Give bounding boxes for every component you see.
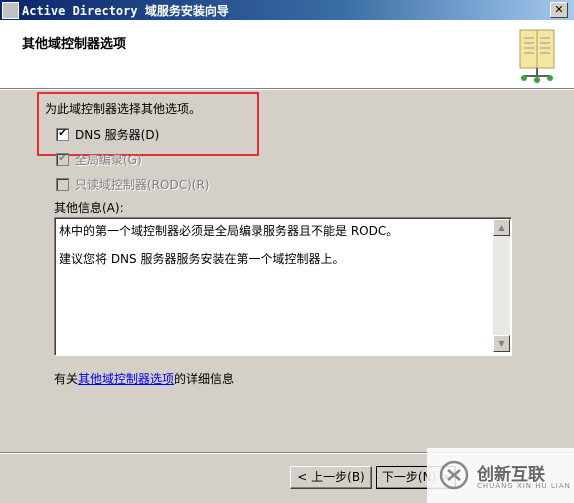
- dns-server-checkbox[interactable]: ✔ DNS 服务器(D): [56, 126, 159, 142]
- brand-logo-icon: [439, 460, 469, 490]
- watermark: 创新互联 CHUANG XIN HU LIAN: [427, 448, 574, 503]
- checkbox-checked-disabled: ✔: [56, 152, 69, 166]
- scroll-up-arrow-icon[interactable]: ▲: [493, 219, 510, 236]
- more-info-link[interactable]: 其他域控制器选项: [78, 372, 174, 386]
- wizard-header: 其他域控制器选项: [0, 20, 574, 89]
- back-button[interactable]: < 上一步(B): [290, 466, 372, 489]
- additional-info-textarea[interactable]: 林中的第一个域控制器必须是全局编录服务器且不能是 RODC。 建议您将 DNS …: [54, 217, 512, 356]
- additional-info-label: 其他信息(A):: [54, 201, 124, 215]
- instruction-text: 为此域控制器选择其他选项。: [45, 102, 202, 116]
- dns-server-label: DNS 服务器(D): [75, 127, 160, 142]
- watermark-subtext: CHUANG XIN HU LIAN: [477, 482, 571, 490]
- window-title: Active Directory 域服务安装向导: [22, 4, 229, 18]
- book-icon: [519, 29, 555, 83]
- more-info-prefix: 有关: [54, 372, 79, 386]
- title-bar: Active Directory 域服务安装向导 ✕: [0, 0, 574, 20]
- checkbox-checked[interactable]: ✔: [56, 127, 69, 141]
- vertical-scrollbar[interactable]: ▲ ▼: [493, 219, 510, 352]
- info-line-1: 林中的第一个域控制器必须是全局编录服务器且不能是 RODC。: [59, 224, 399, 238]
- rodc-label: 只读域控制器(RODC)(R): [75, 177, 210, 192]
- checkbox-unchecked-disabled: [56, 177, 69, 191]
- header-divider: [0, 89, 574, 90]
- more-info-suffix: 的详细信息: [174, 372, 235, 386]
- rodc-checkbox: 只读域控制器(RODC)(R): [56, 176, 209, 192]
- global-catalog-label: 全局编录(G): [75, 152, 142, 167]
- close-button[interactable]: ✕: [550, 2, 568, 18]
- page-title: 其他域控制器选项: [22, 37, 127, 52]
- app-icon: [2, 2, 19, 19]
- global-catalog-checkbox: ✔ 全局编录(G): [56, 151, 142, 167]
- more-info-text: 有关其他域控制器选项的详细信息: [54, 370, 234, 387]
- scroll-down-arrow-icon[interactable]: ▼: [493, 335, 510, 352]
- info-line-2: 建议您将 DNS 服务器服务安装在第一个域控制器上。: [59, 252, 345, 266]
